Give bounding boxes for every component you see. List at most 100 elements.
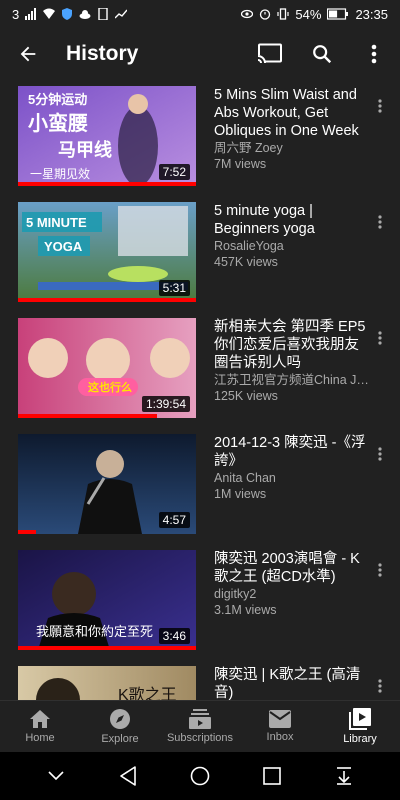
more-vert-icon: [378, 447, 382, 461]
nav-tab-label: Home: [25, 732, 55, 744]
more-options-button[interactable]: [348, 28, 400, 80]
video-duration: 5:31: [158, 280, 190, 296]
video-more-button[interactable]: [370, 558, 390, 582]
channel-name: 周六野 Zoey: [214, 141, 283, 155]
video-more-button[interactable]: [370, 674, 390, 698]
video-more-button[interactable]: [370, 442, 390, 466]
video-title[interactable]: 陳奕迅 2003演唱會 - K歌之王 (超CD水準): [214, 550, 370, 586]
video-title[interactable]: 2014-12-3 陳奕迅 -《浮誇》: [214, 434, 370, 470]
sim-icon: [98, 8, 108, 20]
video-thumbnail[interactable]: 5 MINUTE YOGA 5:31: [18, 202, 196, 302]
nav-tab-label: Subscriptions: [166, 732, 234, 744]
video-thumbnail[interactable]: 4:57: [18, 434, 196, 534]
more-vert-icon: [378, 215, 382, 229]
home-circle-icon: [190, 766, 210, 786]
back-arrow-icon: [20, 46, 36, 62]
view-count: 3.1M views: [214, 603, 277, 617]
more-vert-icon: [378, 99, 382, 113]
back-triangle-icon: [120, 766, 136, 786]
view-count: 1M views: [214, 487, 267, 501]
page-title: History: [66, 42, 139, 65]
video-more-button[interactable]: [370, 326, 390, 350]
system-back-button[interactable]: [108, 756, 148, 796]
view-count: 7M views: [214, 157, 267, 171]
channel-name: Anita Chan: [214, 471, 276, 485]
system-navigation-bar: [0, 752, 400, 800]
app-bar: History: [0, 28, 400, 80]
more-vert-icon: [371, 44, 377, 64]
view-count: 457K views: [214, 255, 278, 269]
thumbnail-image: K歌之王: [18, 666, 196, 700]
cast-icon: [257, 43, 282, 65]
system-notification-button[interactable]: [324, 756, 364, 796]
thumb-caption-1: 5分钟运动: [28, 92, 87, 107]
nav-tab-subscriptions[interactable]: Subscriptions: [160, 701, 240, 752]
video-duration: 1:39:54: [141, 396, 190, 412]
thumb-caption-2: 小蛮腰: [28, 111, 88, 135]
search-icon: [313, 45, 332, 64]
clock: 23:35: [355, 6, 388, 22]
search-button[interactable]: [296, 28, 348, 80]
channel-name: digitky2: [214, 587, 257, 601]
view-count: 125K views: [214, 389, 278, 403]
collapse-icon: [48, 771, 64, 781]
video-thumbnail[interactable]: 我願意和你約定至死 3:46: [18, 550, 196, 650]
nav-tab-label: Inbox: [266, 731, 294, 743]
vibrate-icon: [277, 8, 290, 20]
nav-tab-inbox[interactable]: Inbox: [240, 701, 320, 752]
nav-tab-label: Explore: [101, 733, 139, 745]
video-duration: 3:46: [158, 628, 190, 644]
wifi-icon: [43, 8, 56, 19]
thumb-caption-1: K歌之王: [118, 686, 177, 700]
more-vert-icon: [378, 563, 382, 577]
watch-progress-bar: [18, 414, 157, 418]
video-title[interactable]: 5 minute yoga | Beginners yoga: [214, 202, 370, 238]
thumb-caption-1: 5 MINUTE: [26, 215, 87, 230]
subscriptions-icon: [189, 709, 211, 729]
nav-tab-home[interactable]: Home: [0, 701, 80, 752]
carrier-label: 3: [12, 6, 20, 22]
video-item[interactable]: 4:57 2014-12-3 陳奕迅 -《浮誇》 Anita Chan 1M v…: [0, 434, 400, 534]
nav-tab-library[interactable]: Library: [320, 701, 400, 752]
video-more-button[interactable]: [370, 94, 390, 118]
thumb-caption-4: 一星期见效: [30, 166, 90, 181]
channel-name: RosalieYoga: [214, 239, 284, 253]
video-item[interactable]: 5 MINUTE YOGA 5:31 5 minute yoga | Begin…: [0, 202, 400, 302]
system-home-button[interactable]: [180, 756, 220, 796]
eye-icon: [241, 9, 254, 19]
video-item[interactable]: 5分钟运动 小蛮腰 马甲线 一星期见效 7:52 5 Mins Slim Wai…: [0, 86, 400, 186]
library-icon: [349, 708, 371, 730]
back-button[interactable]: [0, 28, 56, 80]
video-title[interactable]: 新相亲大会 第四季 EP5 你们恋爱后喜欢我朋友圈告诉别人吗: [214, 318, 370, 372]
channel-name: 江苏卫视官方频道China Jiangsu TV: [214, 373, 370, 387]
battery-icon: [327, 8, 349, 20]
system-recents-button[interactable]: [252, 756, 292, 796]
compass-icon: [110, 709, 130, 729]
video-more-button[interactable]: [370, 210, 390, 234]
video-item[interactable]: K歌之王 陳奕迅 | K歌之王 (高清音): [0, 666, 400, 700]
video-thumbnail[interactable]: 5分钟运动 小蛮腰 马甲线 一星期见效 7:52: [18, 86, 196, 186]
bottom-navigation: Home Explore Subscriptions Inbox Library: [0, 700, 400, 752]
notification-pull-icon: [337, 767, 351, 785]
video-thumbnail[interactable]: 这也行么 1:39:54: [18, 318, 196, 418]
alarm-icon: [260, 9, 271, 20]
cast-button[interactable]: [244, 28, 296, 80]
system-collapse-button[interactable]: [36, 756, 76, 796]
thumb-caption-2: YOGA: [44, 239, 83, 254]
nav-tab-explore[interactable]: Explore: [80, 701, 160, 752]
video-thumbnail[interactable]: K歌之王: [18, 666, 196, 700]
history-list[interactable]: 5分钟运动 小蛮腰 马甲线 一星期见效 7:52 5 Mins Slim Wai…: [0, 80, 400, 700]
home-icon: [30, 710, 50, 728]
video-item[interactable]: 这也行么 1:39:54 新相亲大会 第四季 EP5 你们恋爱后喜欢我朋友圈告诉…: [0, 318, 400, 418]
cloud-icon: [79, 10, 91, 19]
mail-icon: [269, 710, 291, 728]
video-item[interactable]: 我願意和你約定至死 3:46 陳奕迅 2003演唱會 - K歌之王 (超CD水準…: [0, 550, 400, 650]
video-title[interactable]: 陳奕迅 | K歌之王 (高清音): [214, 666, 370, 700]
video-duration: 4:57: [158, 512, 190, 528]
video-title[interactable]: 5 Mins Slim Waist and Abs Workout, Get O…: [214, 86, 370, 140]
signal-icon: [25, 8, 37, 20]
watch-progress-bar: [18, 530, 36, 534]
recents-square-icon: [263, 767, 281, 785]
status-bar: 3 54% 23:35: [0, 0, 400, 28]
video-duration: 7:52: [158, 164, 190, 180]
